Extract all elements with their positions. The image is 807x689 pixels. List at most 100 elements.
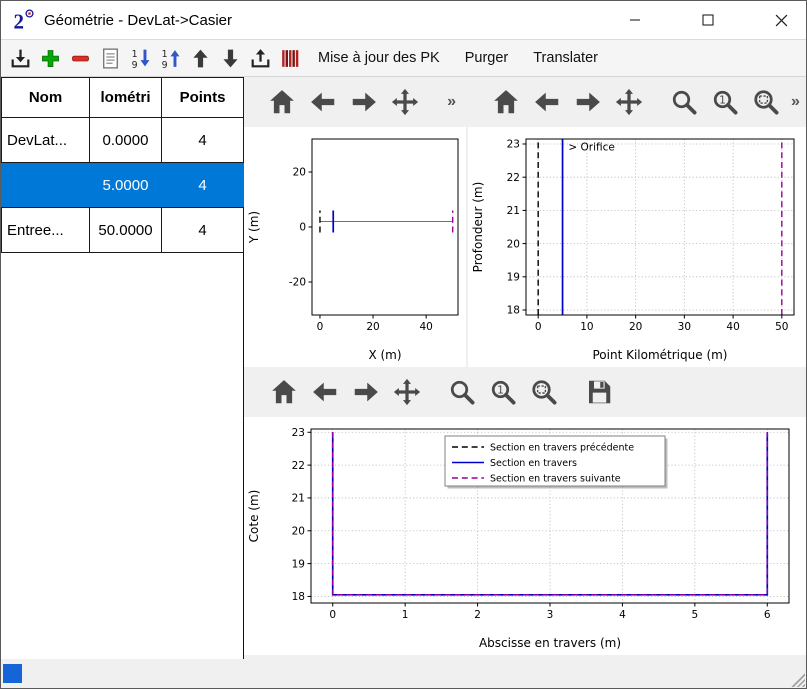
pk-stripes-icon (278, 46, 303, 71)
svg-text:10: 10 (580, 321, 593, 333)
cell-points[interactable]: 4 (162, 118, 244, 163)
close-button[interactable] (758, 1, 804, 39)
update-pk-button[interactable]: Mise à jour des PK (307, 43, 451, 73)
cell-pk[interactable]: 0.0000 (90, 118, 162, 163)
move-up-icon (188, 46, 213, 71)
app-window: 2 Géométrie - DevLat->Casier Mise à jour… (0, 0, 807, 689)
svg-text:20: 20 (293, 167, 306, 179)
table-row[interactable]: DevLat... 0.0000 4 (2, 118, 244, 163)
zoom-icon (447, 377, 477, 407)
remove-icon (68, 46, 93, 71)
pan-button[interactable] (613, 86, 645, 118)
svg-text:5: 5 (692, 609, 699, 621)
zoom-rect-button[interactable] (750, 86, 782, 118)
svg-text:19: 19 (507, 272, 520, 284)
add-section-button[interactable] (37, 45, 64, 72)
charts-area: » 02040-20020X (m)Y (m) » (244, 77, 806, 659)
zoom-icon (669, 87, 699, 117)
plan-chart-panel: » 02040-20020X (m)Y (m) (244, 77, 468, 367)
cell-nom[interactable] (2, 163, 90, 208)
home-button[interactable] (266, 86, 298, 118)
maximize-icon (702, 14, 714, 26)
move-down-button[interactable] (217, 45, 244, 72)
svg-text:0: 0 (329, 609, 336, 621)
plan-chart[interactable]: 02040-20020X (m)Y (m) (244, 127, 466, 367)
svg-text:50: 50 (775, 321, 788, 333)
table-header-row: Nom lométri Points (2, 78, 244, 118)
section-chart-toolbar (244, 367, 806, 417)
maximize-button[interactable] (685, 1, 731, 39)
plan-chart-toolbar: » (244, 77, 468, 127)
profile-chart-panel: » 01020304050181920212223Point Kilométri… (468, 77, 806, 367)
table-panel-empty-area (1, 253, 243, 659)
zoom-rect-button[interactable] (528, 376, 560, 408)
toolbar-overflow-button[interactable]: » (791, 93, 804, 111)
home-icon (267, 87, 297, 117)
cell-points[interactable]: 4 (162, 208, 244, 253)
translate-button[interactable]: Translater (522, 43, 609, 73)
close-icon (775, 14, 788, 27)
save-figure-button[interactable] (583, 376, 615, 408)
svg-text:40: 40 (726, 321, 739, 333)
forward-button[interactable] (572, 86, 604, 118)
svg-text:23: 23 (292, 427, 305, 439)
svg-text:0: 0 (317, 321, 324, 333)
sort-descending-button[interactable] (127, 45, 154, 72)
sort-ascending-button[interactable] (157, 45, 184, 72)
zoom-button[interactable] (668, 86, 700, 118)
pan-icon (392, 377, 422, 407)
zoom-original-button[interactable] (709, 86, 741, 118)
svg-text:20: 20 (366, 321, 379, 333)
forward-button[interactable] (350, 376, 382, 408)
forward-icon (351, 377, 381, 407)
column-header-pk[interactable]: lométri (90, 78, 162, 118)
zoom-one-icon (710, 87, 740, 117)
home-button[interactable] (268, 376, 300, 408)
zoom-original-button[interactable] (487, 376, 519, 408)
cell-pk[interactable]: 50.0000 (90, 208, 162, 253)
cell-nom[interactable]: DevLat... (2, 118, 90, 163)
column-header-points[interactable]: Points (162, 78, 244, 118)
svg-text:22: 22 (507, 172, 520, 184)
table-row[interactable]: Entree... 50.0000 4 (2, 208, 244, 253)
profile-chart[interactable]: 01020304050181920212223Point Kilométriqu… (468, 127, 806, 367)
forward-button[interactable] (348, 86, 380, 118)
purge-button[interactable]: Purger (454, 43, 520, 73)
export-button[interactable] (247, 45, 274, 72)
remove-section-button[interactable] (67, 45, 94, 72)
zoom-button[interactable] (446, 376, 478, 408)
svg-text:X (m): X (m) (368, 348, 401, 362)
cell-nom[interactable]: Entree... (2, 208, 90, 253)
svg-text:19: 19 (292, 558, 305, 570)
top-charts-row: » 02040-20020X (m)Y (m) » (244, 77, 806, 367)
table-row-selected[interactable]: 5.0000 4 (2, 163, 244, 208)
minimize-button[interactable] (612, 1, 658, 39)
move-up-button[interactable] (187, 45, 214, 72)
svg-text:Section en travers: Section en travers (490, 458, 577, 469)
resize-grip[interactable] (790, 672, 805, 687)
svg-text:Point Kilométrique (m): Point Kilométrique (m) (592, 348, 727, 362)
toolbar-overflow-button[interactable]: » (447, 93, 460, 111)
section-chart[interactable]: 0123456181920212223Abscisse en travers (… (244, 417, 806, 655)
pan-button[interactable] (391, 376, 423, 408)
back-button[interactable] (309, 376, 341, 408)
pan-button[interactable] (389, 86, 421, 118)
svg-text:Section en travers suivante: Section en travers suivante (490, 474, 621, 485)
svg-text:18: 18 (292, 591, 305, 603)
export-icon (248, 46, 273, 71)
column-header-nom[interactable]: Nom (2, 78, 90, 118)
back-button[interactable] (531, 86, 563, 118)
sort-descending-icon (128, 46, 153, 71)
home-button[interactable] (490, 86, 522, 118)
back-button[interactable] (307, 86, 339, 118)
svg-text:0: 0 (535, 321, 542, 333)
svg-text:3: 3 (547, 609, 554, 621)
sort-ascending-icon (158, 46, 183, 71)
import-button[interactable] (7, 45, 34, 72)
edit-section-button[interactable] (97, 45, 124, 72)
minimize-icon (629, 14, 641, 26)
cell-points[interactable]: 4 (162, 163, 244, 208)
cell-pk[interactable]: 5.0000 (90, 163, 162, 208)
home-icon (491, 87, 521, 117)
pk-marks-button[interactable] (277, 45, 304, 72)
